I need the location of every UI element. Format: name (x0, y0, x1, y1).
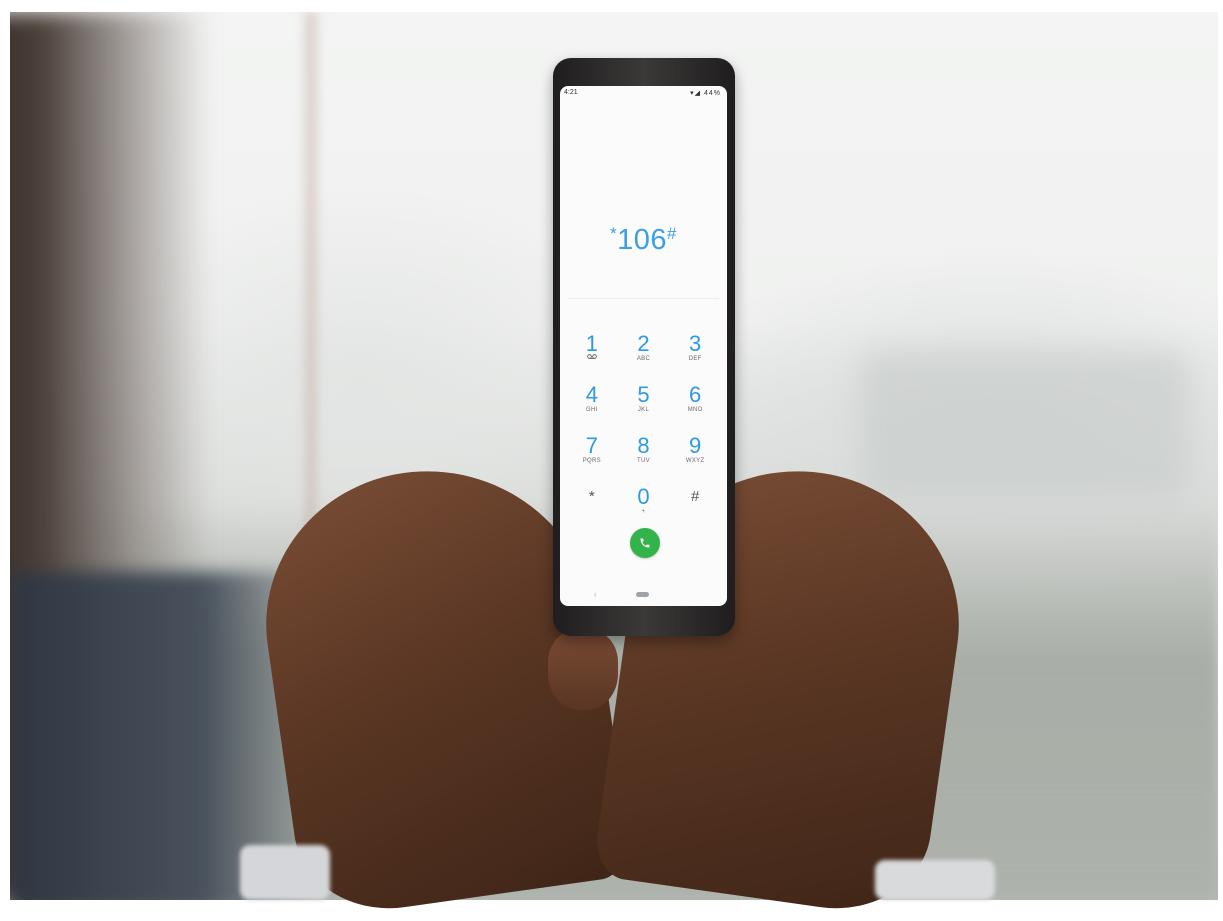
key-6[interactable]: 6 MNO (669, 383, 721, 426)
key-digit: * (588, 488, 595, 505)
status-bar: 4:21 ▾◢ 44% (560, 86, 727, 100)
key-5[interactable]: 5 JKL (618, 383, 670, 426)
key-4[interactable]: 4 GHI (566, 383, 618, 426)
key-digit: # (690, 488, 700, 505)
key-letters: PQRS (582, 458, 601, 464)
key-letters: MNO (687, 407, 703, 413)
navigation-bar: ‹ (560, 584, 727, 606)
key-letters: TUV (637, 458, 650, 464)
finger-tip (548, 630, 618, 710)
key-digit: 0 (637, 484, 650, 509)
home-button[interactable] (636, 592, 649, 597)
back-button[interactable]: ‹ (594, 590, 597, 599)
key-7[interactable]: 7 PQRS (566, 434, 618, 477)
key-1[interactable]: 1 (566, 332, 618, 375)
key-letters: DEF (688, 356, 702, 362)
key-star[interactable]: * (566, 485, 618, 528)
key-letters: WXYZ (685, 458, 705, 464)
key-letters: ABC (636, 356, 651, 362)
dialed-number: 106 (617, 224, 668, 256)
key-3[interactable]: 3 DEF (669, 332, 721, 375)
phone-screen: 4:21 ▾◢ 44% *106# 1 2 ABC 3 DEF 4 GHI 5 … (560, 86, 727, 606)
key-digit: 5 (637, 382, 650, 407)
display-divider (568, 298, 719, 299)
background-pole (300, 12, 322, 532)
dialed-suffix: # (667, 224, 677, 243)
key-9[interactable]: 9 WXYZ (669, 434, 721, 477)
key-hash[interactable]: # (669, 485, 721, 528)
key-2[interactable]: 2 ABC (618, 332, 670, 375)
key-0[interactable]: 0 + (618, 485, 670, 528)
key-letters: + (641, 509, 646, 515)
voicemail-icon (566, 354, 618, 363)
dialed-number-display: *106# (560, 224, 727, 257)
key-letters: JKL (637, 407, 650, 413)
key-digit: 4 (585, 382, 598, 407)
key-digit: 2 (637, 331, 650, 356)
key-digit: 1 (585, 331, 598, 356)
smartphone: 4:21 ▾◢ 44% *106# 1 2 ABC 3 DEF 4 GHI 5 … (553, 58, 735, 636)
key-letters: GHI (586, 407, 598, 413)
dial-keypad: 1 2 ABC 3 DEF 4 GHI 5 JKL 6 MNO 7 PQRS 8… (566, 332, 721, 528)
call-button[interactable] (630, 528, 660, 558)
background-building (860, 352, 1190, 502)
key-digit: 8 (637, 433, 650, 458)
key-digit: 7 (585, 433, 598, 458)
key-digit: 3 (689, 331, 702, 356)
status-time: 4:21 (564, 89, 578, 96)
status-icons: ▾◢ 44% (690, 90, 721, 97)
left-cuff (240, 845, 330, 900)
phone-icon (640, 538, 650, 548)
key-digit: 9 (689, 433, 702, 458)
right-cuff (875, 860, 995, 900)
key-digit: 6 (689, 382, 702, 407)
key-8[interactable]: 8 TUV (618, 434, 670, 477)
